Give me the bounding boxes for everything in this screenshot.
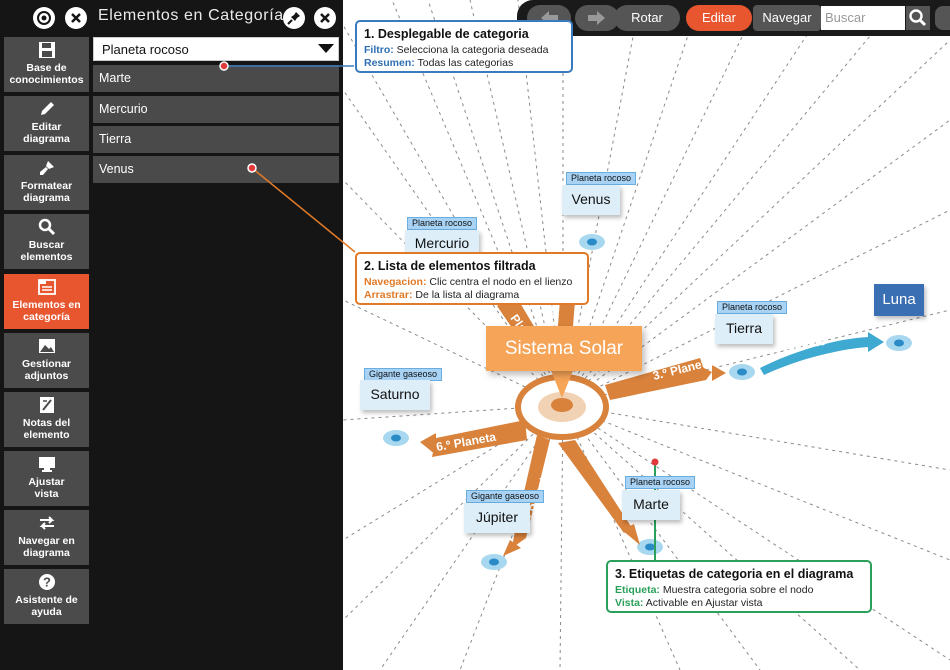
category-tag-tierra: Planeta rocoso xyxy=(717,301,788,314)
callout-key: Navegacion: xyxy=(364,276,427,288)
callout-key: Resumen: xyxy=(364,57,415,69)
callout-filtered-list: 2. Lista de elementos filtrada Navegacio… xyxy=(355,252,589,305)
node-venus[interactable]: Venus xyxy=(562,185,620,215)
search-icon xyxy=(909,9,927,27)
callout-category-labels: 3. Etiquetas de categoria en el diagrama… xyxy=(606,560,872,613)
node-root[interactable]: Sistema Solar xyxy=(486,326,642,371)
callout-key: Filtro: xyxy=(364,44,394,56)
category-tag-venus: Planeta rocoso xyxy=(566,172,637,185)
node-luna[interactable]: Luna xyxy=(874,284,924,316)
node-marte[interactable]: Marte xyxy=(622,490,680,520)
rotate-button[interactable]: Rotar xyxy=(614,5,680,31)
category-tag-marte: Planeta rocoso xyxy=(625,476,696,489)
forward-button[interactable] xyxy=(575,5,619,31)
category-tag-mercurio: Planeta rocoso xyxy=(407,217,478,230)
callout-value: Activable en Ajustar vista xyxy=(645,597,763,609)
callout-1-marker xyxy=(219,61,229,71)
callout-3-marker xyxy=(651,458,659,466)
callout-value: De la lista al diagrama xyxy=(415,289,520,301)
callout-value: Selecciona la categoria deseada xyxy=(396,44,549,56)
callout-title: 3. Etiquetas de categoria en el diagrama xyxy=(615,567,854,581)
edit-button[interactable]: Editar xyxy=(686,5,752,31)
callout-value: Todas las categorias xyxy=(417,57,514,69)
callout-2-connector xyxy=(251,167,356,253)
node-saturno[interactable]: Saturno xyxy=(360,380,430,410)
callout-title: 1. Desplegable de categoria xyxy=(364,27,529,41)
category-tag-jupiter: Gigante gaseoso xyxy=(466,490,545,503)
search-input[interactable]: Buscar xyxy=(821,6,905,30)
toolbar-overflow-button[interactable] xyxy=(935,6,950,30)
callout-value: Clic centra el nodo en el lienzo xyxy=(429,276,573,288)
edge-label-mercurio-partial: Pla xyxy=(542,304,558,323)
node-tierra[interactable]: Tierra xyxy=(715,314,773,344)
callout-value: Muestra categoria sobre el nodo xyxy=(662,584,814,596)
center-node-ring xyxy=(515,368,609,440)
callout-category-dropdown: 1. Desplegable de categoria Filtro: Sele… xyxy=(355,20,573,73)
callout-2-marker xyxy=(247,163,257,173)
callout-key: Arrastrar: xyxy=(364,289,413,301)
callout-title: 2. Lista de elementos filtrada xyxy=(364,259,536,273)
arrow-right-icon xyxy=(588,11,605,25)
callout-key: Etiqueta: xyxy=(615,584,660,596)
search-button[interactable] xyxy=(906,6,930,30)
callout-key: Vista: xyxy=(615,597,644,609)
node-jupiter[interactable]: Júpiter xyxy=(464,503,530,533)
navigate-button[interactable]: Navegar xyxy=(753,5,821,31)
